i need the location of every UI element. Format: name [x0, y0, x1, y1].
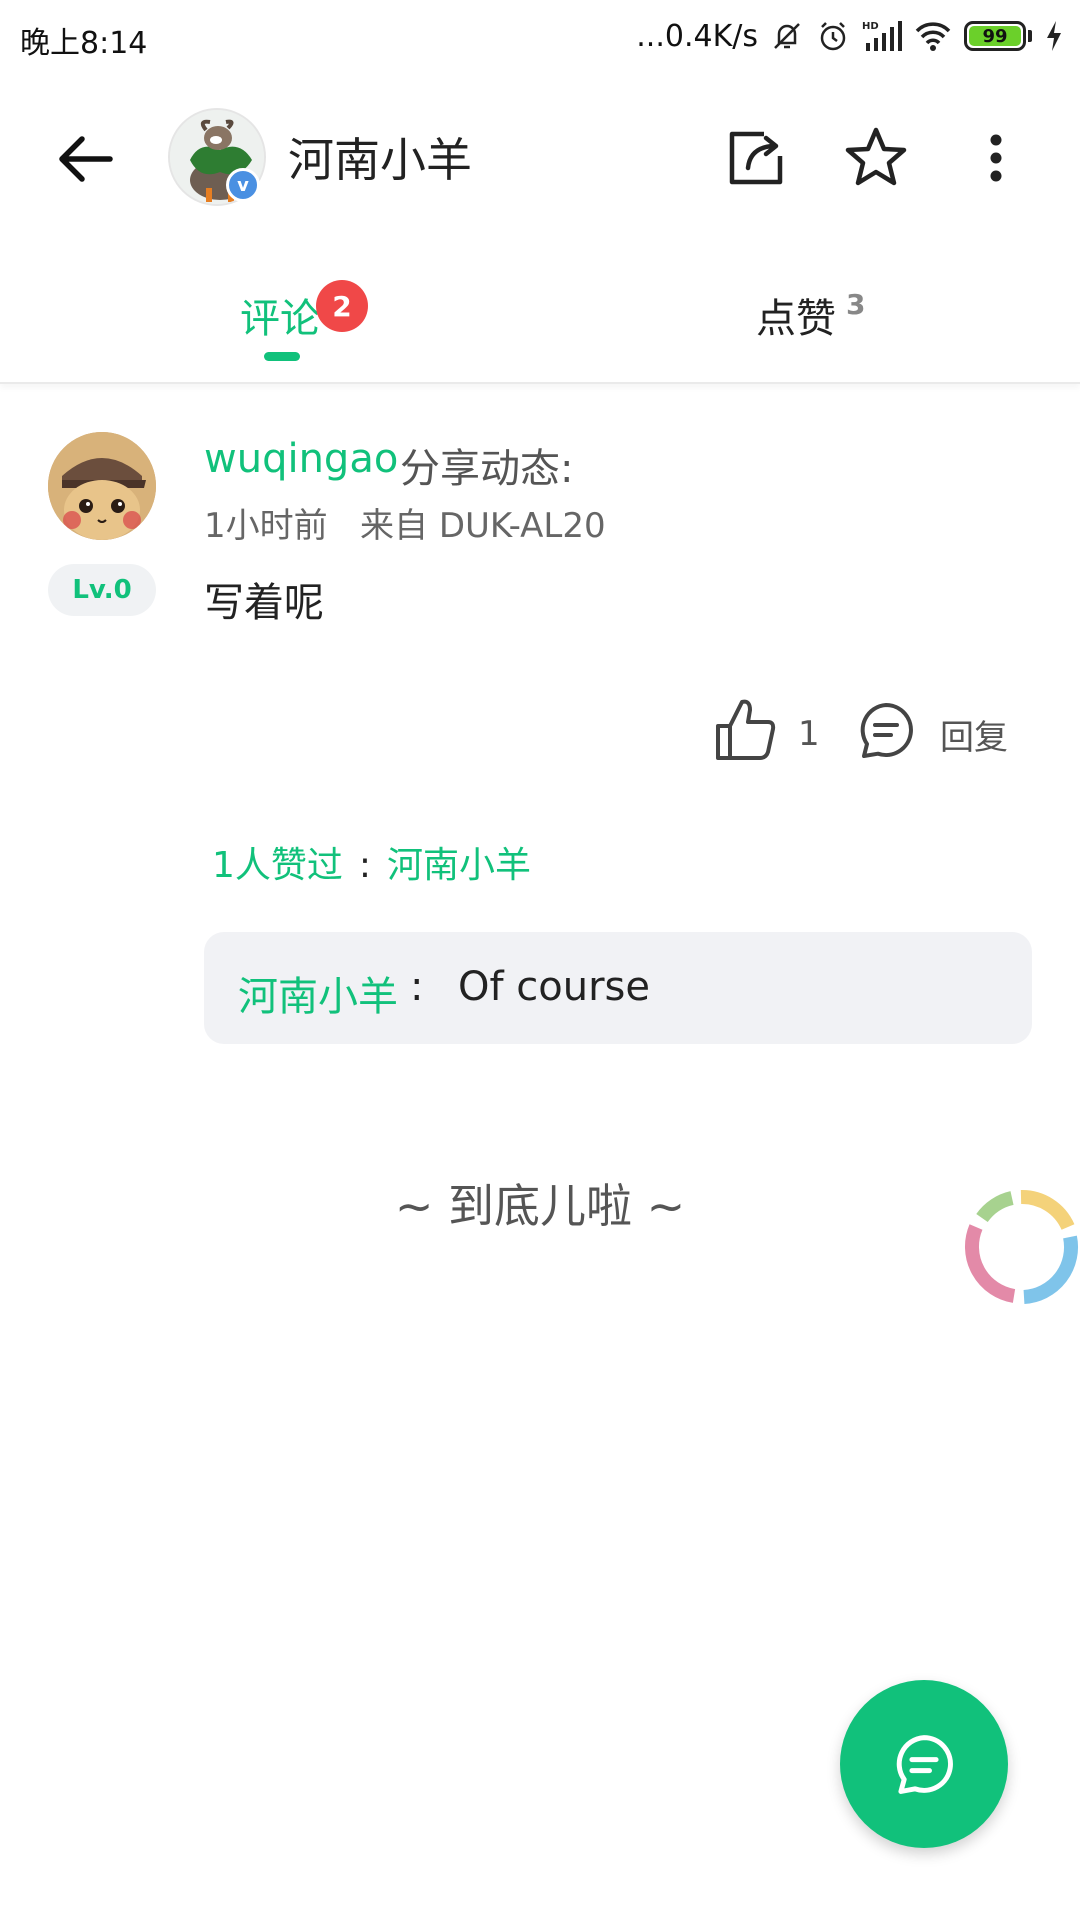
commenter-avatar[interactable] [48, 432, 156, 540]
charging-icon [1047, 21, 1061, 51]
comment-icon [896, 1735, 953, 1794]
mute-bell-icon [774, 23, 800, 49]
verified-badge: v [226, 168, 260, 202]
reply-icon[interactable] [856, 700, 916, 760]
profile-name[interactable]: 河南小羊 [288, 124, 472, 190]
tab-indicator [264, 352, 300, 361]
commenter-name[interactable]: wuqingao [204, 436, 398, 482]
reply-box[interactable]: 河南小羊 : Of course [204, 932, 1032, 1044]
comment-text: 写着呢 [204, 580, 324, 626]
more-vertical-icon [990, 134, 1002, 182]
like-count: 1 [798, 714, 820, 754]
status-time: 晚上8:14 [20, 26, 148, 61]
favorite-button[interactable] [840, 122, 912, 194]
reply-button[interactable]: 回复 [940, 710, 1008, 759]
pikachu-avatar-icon [48, 432, 156, 540]
likes-count: 3 [846, 288, 866, 321]
reply-user[interactable]: 河南小羊 [238, 964, 398, 1022]
reply-text: Of course [458, 964, 650, 1010]
liker-name[interactable]: 河南小羊 [387, 845, 531, 886]
share-icon [729, 131, 783, 185]
write-comment-button[interactable] [840, 1680, 1008, 1848]
battery-level: 99 [969, 26, 1021, 47]
tab-bar: 评论 2 点赞 3 [0, 250, 1080, 384]
tab-likes[interactable]: 点赞 [756, 286, 836, 344]
end-of-list-text: ~ 到底儿啦 ~ [394, 1179, 686, 1233]
star-icon [845, 127, 907, 186]
thumbs-up-icon[interactable] [712, 694, 778, 764]
status-bar: 晚上8:14 ...0.4K/s HD 99 [0, 0, 1080, 72]
battery-icon: 99 [964, 21, 1032, 51]
status-icons: ...0.4K/s HD 99 [636, 14, 1064, 58]
hd-signal-icon: HD [862, 21, 902, 51]
comment-action: 分享动态: [400, 446, 574, 492]
comments-count-badge: 2 [316, 280, 368, 332]
alarm-icon [820, 22, 846, 51]
likers-prefix: 1人赞过 [212, 845, 343, 886]
reply-separator: : [410, 964, 424, 1010]
loading-spinner-icon [965, 1190, 1079, 1304]
wifi-icon [915, 22, 951, 51]
share-button[interactable] [720, 122, 792, 194]
likers-separator: : [358, 845, 372, 886]
level-badge: Lv.0 [48, 564, 156, 616]
tab-comments[interactable]: 评论 [240, 286, 320, 344]
network-speed: ...0.4K/s [636, 18, 758, 54]
more-button[interactable] [960, 122, 1032, 194]
toolbar: v 河南小羊 [0, 72, 1080, 240]
back-arrow-icon[interactable] [50, 124, 120, 194]
likers-line: 1人赞过: 河南小羊 [212, 836, 531, 888]
svg-text:HD: HD [862, 21, 879, 32]
comment-meta: 1小时前 来自 DUK-AL20 [204, 506, 606, 546]
